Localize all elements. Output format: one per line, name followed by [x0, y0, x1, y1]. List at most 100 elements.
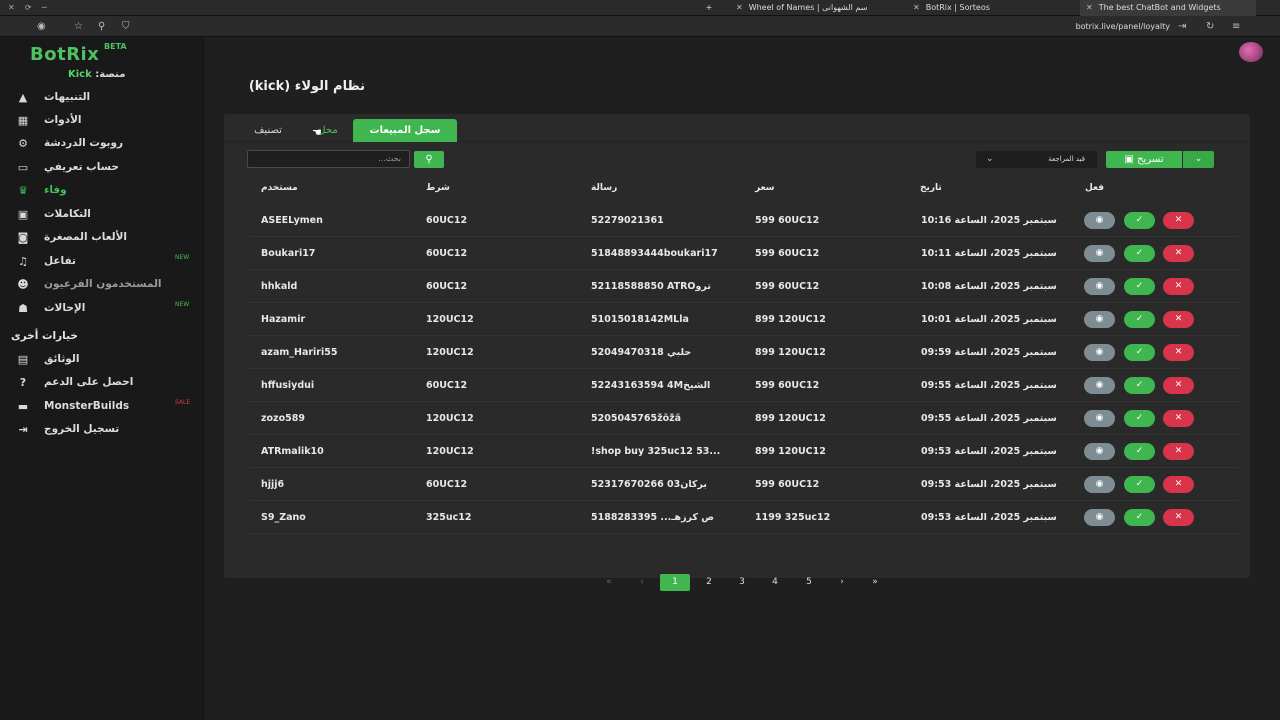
- cell-user[interactable]: hjjj6: [261, 468, 411, 501]
- tab-ranking[interactable]: تصنيف: [236, 119, 300, 142]
- sidebar-item-profile[interactable]: ▭ حساب تعريفي: [14, 156, 194, 178]
- column-header-message[interactable]: رسالة: [591, 183, 617, 193]
- platform-label: منصة:: [95, 69, 126, 80]
- cell-message: 5188283395 ...ص كرزهـ: [591, 512, 715, 523]
- reject-button[interactable]: ✕: [1163, 410, 1194, 427]
- help-icon: ?: [19, 375, 27, 389]
- browser-tab-2[interactable]: ✕ BotRix | Sorteos: [907, 0, 1047, 16]
- column-header-date[interactable]: تاريخ: [920, 183, 942, 193]
- reject-button[interactable]: ✕: [1163, 377, 1194, 394]
- export-button[interactable]: تسريح ▣: [1106, 151, 1182, 168]
- cell-user[interactable]: ATRmalik10: [261, 435, 411, 468]
- browser-tab-title: Wheel of Names | سم الشهوانى: [748, 3, 868, 12]
- sidebar-item-support[interactable]: ? احصل على الدعم: [14, 371, 194, 393]
- sidebar-item-tools[interactable]: ▦ الأدوات: [14, 109, 194, 131]
- view-button[interactable]: ◉: [1084, 311, 1115, 328]
- menu-icon[interactable]: ≡: [1232, 20, 1240, 33]
- page-button-3[interactable]: 3: [727, 574, 757, 591]
- approve-button[interactable]: ✓: [1124, 410, 1155, 427]
- cell-user[interactable]: azam_Hariri55: [261, 336, 411, 369]
- close-tab-icon[interactable]: ✕: [736, 3, 743, 12]
- view-button[interactable]: ◉: [1084, 245, 1115, 262]
- view-button[interactable]: ◉: [1084, 344, 1115, 361]
- sidebar-item-docs[interactable]: ▤ الوثائق: [14, 348, 194, 370]
- column-header-user[interactable]: مستخدم: [261, 183, 298, 193]
- sidebar-item-referrals[interactable]: ☗ الإحالات: [14, 297, 194, 319]
- close-icon: ✕: [1174, 446, 1183, 456]
- cell-user[interactable]: ASEELymen: [261, 204, 411, 237]
- shield-icon[interactable]: ⛉: [122, 20, 130, 33]
- reject-button[interactable]: ✕: [1163, 278, 1194, 295]
- status-filter-select[interactable]: قيد المراجعة ⌄: [976, 151, 1097, 168]
- cell-date: سبتمبر 2025، الساعة 09:53: [921, 512, 1057, 523]
- prev-page-button[interactable]: ‹: [627, 574, 657, 591]
- close-tab-icon[interactable]: ✕: [1086, 3, 1093, 12]
- cell-user[interactable]: hffusiydui: [261, 369, 411, 402]
- cell-user[interactable]: hhkald: [261, 270, 411, 303]
- approve-button[interactable]: ✓: [1124, 344, 1155, 361]
- page-button-1[interactable]: 1: [660, 574, 690, 591]
- search-input[interactable]: بحث...: [247, 150, 410, 168]
- column-header-price[interactable]: سعر: [755, 183, 775, 193]
- column-header-condition[interactable]: شرط: [426, 183, 450, 193]
- sidebar-item-minigames[interactable]: ◙ الألعاب المصغرة: [14, 226, 194, 248]
- sidebar-item-loyalty[interactable]: ♛ وفاء: [14, 179, 194, 201]
- reject-button[interactable]: ✕: [1163, 311, 1194, 328]
- cell-user[interactable]: Boukari17: [261, 237, 411, 270]
- next-page-button[interactable]: ›: [827, 574, 857, 591]
- approve-button[interactable]: ✓: [1124, 476, 1155, 493]
- sidebar-item-logout[interactable]: ⇥ تسجيل الخروج: [14, 418, 194, 440]
- brand-logo[interactable]: BotRix: [30, 44, 99, 65]
- reject-button[interactable]: ✕: [1163, 509, 1194, 526]
- reader-icon[interactable]: ⚲: [98, 20, 105, 33]
- new-tab-button[interactable]: +: [698, 0, 720, 16]
- approve-button[interactable]: ✓: [1124, 278, 1155, 295]
- view-button[interactable]: ◉: [1084, 509, 1115, 526]
- view-button[interactable]: ◉: [1084, 278, 1115, 295]
- approve-button[interactable]: ✓: [1124, 377, 1155, 394]
- reject-button[interactable]: ✕: [1163, 245, 1194, 262]
- tab-sales-log[interactable]: سجل المبيعات: [353, 119, 457, 142]
- window-controls[interactable]: ✕ ⟳ ─: [8, 0, 88, 16]
- eye-icon[interactable]: ◉: [37, 20, 46, 33]
- last-page-button[interactable]: »: [860, 574, 890, 591]
- view-button[interactable]: ◉: [1084, 410, 1115, 427]
- approve-button[interactable]: ✓: [1124, 245, 1155, 262]
- page-button-5[interactable]: 5: [794, 574, 824, 591]
- approve-button[interactable]: ✓: [1124, 443, 1155, 460]
- approve-button[interactable]: ✓: [1124, 311, 1155, 328]
- cell-user[interactable]: Hazamir: [261, 303, 411, 336]
- browser-tab-3[interactable]: ✕ Wheel of Names | سم الشهوانى: [730, 0, 900, 16]
- sidebar-item-interaction[interactable]: ♫ تفاعل: [14, 250, 194, 272]
- user-avatar[interactable]: [1239, 42, 1263, 62]
- url-field[interactable]: botrix.live/panel/loyalty: [1076, 19, 1170, 34]
- reject-button[interactable]: ✕: [1163, 443, 1194, 460]
- arrow-icon[interactable]: ⇥: [1178, 20, 1186, 33]
- search-button[interactable]: ⚲: [414, 151, 444, 168]
- reject-button[interactable]: ✕: [1163, 476, 1194, 493]
- view-button[interactable]: ◉: [1084, 476, 1115, 493]
- approve-button[interactable]: ✓: [1124, 509, 1155, 526]
- approve-button[interactable]: ✓: [1124, 212, 1155, 229]
- reload-icon[interactable]: ↻: [1206, 20, 1214, 33]
- cell-user[interactable]: zozo589: [261, 402, 411, 435]
- sidebar-item-integrations[interactable]: ▣ التكاملات: [14, 203, 194, 225]
- page-button-4[interactable]: 4: [760, 574, 790, 591]
- sidebar-item-chatbot[interactable]: ⚙ روبوت الدردشة: [14, 132, 194, 154]
- view-button[interactable]: ◉: [1084, 443, 1115, 460]
- browser-tab-1[interactable]: ✕ The best ChatBot and Widgets: [1080, 0, 1256, 16]
- sidebar-item-alerts[interactable]: ▲ التنبيهات: [14, 86, 194, 108]
- export-dropdown-button[interactable]: ⌄: [1183, 151, 1214, 168]
- cell-user[interactable]: S9_Zano: [261, 501, 411, 534]
- star-icon[interactable]: ☆: [74, 20, 83, 33]
- platform-value[interactable]: Kick: [68, 69, 92, 80]
- sidebar-item-subusers[interactable]: ☻ المستخدمون الفرعيون: [14, 273, 194, 295]
- close-tab-icon[interactable]: ✕: [913, 3, 920, 12]
- reject-button[interactable]: ✕: [1163, 212, 1194, 229]
- view-button[interactable]: ◉: [1084, 212, 1115, 229]
- first-page-button[interactable]: «: [594, 574, 624, 591]
- page-button-2[interactable]: 2: [694, 574, 724, 591]
- sidebar-item-monsterbuilds[interactable]: ▬ MonsterBuilds: [14, 395, 194, 417]
- reject-button[interactable]: ✕: [1163, 344, 1194, 361]
- view-button[interactable]: ◉: [1084, 377, 1115, 394]
